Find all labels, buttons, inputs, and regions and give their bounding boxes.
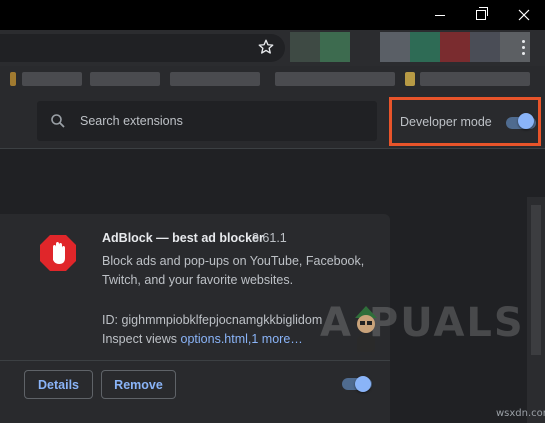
- extension-toolbar-icon[interactable]: [290, 32, 320, 62]
- bookmark-item[interactable]: [275, 72, 395, 86]
- bookmark-item[interactable]: [90, 72, 160, 86]
- extension-toolbar-icon[interactable]: [380, 32, 410, 62]
- remove-button[interactable]: Remove: [101, 370, 176, 399]
- search-icon: [50, 113, 66, 129]
- search-placeholder: Search extensions: [80, 114, 183, 128]
- watermark-mascot-icon: [349, 300, 383, 352]
- inspect-views-label: Inspect views: [102, 332, 178, 346]
- extension-toolbar-icon[interactable]: [440, 32, 470, 62]
- bookmark-item[interactable]: [420, 72, 530, 86]
- restore-icon[interactable]: [462, 0, 500, 30]
- bookmark-item[interactable]: [405, 72, 415, 86]
- extension-toolbar-icon[interactable]: [320, 32, 350, 62]
- address-bar[interactable]: [0, 34, 285, 62]
- extension-id: ID: gighmmpiobklfepjocnamgkkbiglidom: [102, 313, 323, 327]
- extension-toolbar-icon[interactable]: [470, 32, 500, 62]
- inspect-views-link[interactable]: options.html,1 more…: [181, 332, 303, 346]
- site-watermark: wsxdn.com: [496, 408, 545, 419]
- inspect-views: Inspect views options.html,1 more…: [102, 332, 303, 346]
- details-button[interactable]: Details: [24, 370, 93, 399]
- annotation-highlight-box: [389, 97, 541, 146]
- bookmark-item[interactable]: [170, 72, 260, 86]
- bookmark-item[interactable]: [22, 72, 82, 86]
- extension-toolbar-icon[interactable]: [410, 32, 440, 62]
- scrollbar-thumb[interactable]: [531, 205, 541, 355]
- extension-toolbar-icons[interactable]: [290, 32, 530, 62]
- star-icon[interactable]: [257, 38, 275, 56]
- extension-enable-toggle-knob[interactable]: [355, 376, 371, 392]
- extension-version: 3.61.1: [252, 231, 287, 245]
- kebab-menu-icon[interactable]: [522, 40, 526, 58]
- extension-name: AdBlock — best ad blocker: [102, 231, 264, 245]
- minimize-icon[interactable]: [421, 0, 459, 30]
- adblock-hand-icon: [38, 233, 78, 273]
- extension-description: Block ads and pop-ups on YouTube, Facebo…: [102, 254, 365, 287]
- bookmark-item[interactable]: [10, 72, 16, 86]
- close-icon[interactable]: [505, 0, 543, 30]
- extension-toolbar-icon[interactable]: [350, 32, 380, 62]
- card-divider: [0, 360, 390, 361]
